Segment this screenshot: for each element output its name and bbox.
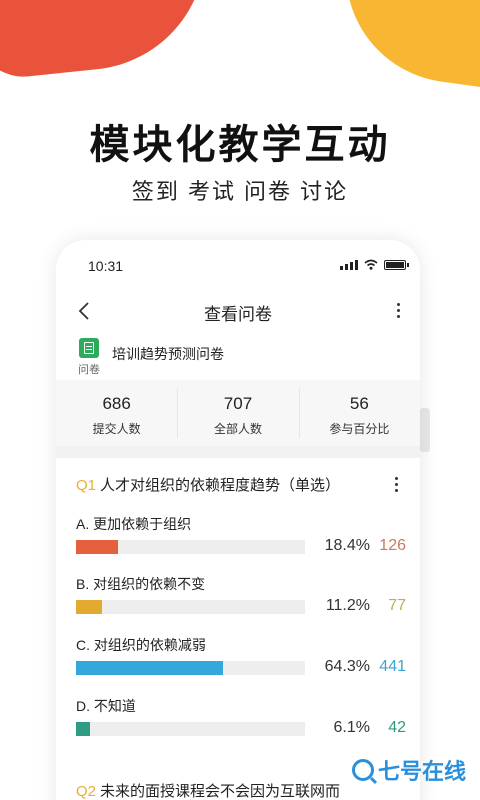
stat-participation: 56 参与百分比 xyxy=(298,380,420,446)
signal-icon xyxy=(340,260,358,270)
stat-total: 707 全部人数 xyxy=(177,380,298,446)
option-bar-fill xyxy=(76,540,119,554)
option-bar-track xyxy=(76,661,305,675)
nav-title: 查看问卷 xyxy=(204,305,272,324)
nav-bar: 查看问卷 xyxy=(56,296,420,326)
option-percent: 11.2% xyxy=(325,597,370,614)
option-d: D. 不知道 6.1% 42 xyxy=(76,696,406,748)
stat-label: 全部人数 xyxy=(213,422,262,436)
wifi-icon xyxy=(364,259,378,270)
stat-label: 提交人数 xyxy=(92,422,141,436)
survey-header: 问卷 培训趋势预测问卷 xyxy=(76,338,406,378)
option-bar-fill xyxy=(76,661,224,675)
stat-submitted: 686 提交人数 xyxy=(56,380,177,446)
status-time: 10:31 xyxy=(88,258,124,274)
phone-side-button xyxy=(420,408,430,452)
decorative-red-blob xyxy=(0,0,218,83)
question-1-header: Q1 人才对组织的依赖程度趋势（单选） xyxy=(76,474,406,495)
headline: 模块化教学互动 xyxy=(89,123,391,167)
option-bar-fill xyxy=(76,600,102,614)
question-number: Q2 xyxy=(76,783,97,800)
watermark: 七号在线 xyxy=(351,754,466,786)
option-c: C. 对组织的依赖减弱 64.3% 441 xyxy=(76,635,406,687)
option-percent: 6.1% xyxy=(333,719,370,736)
survey-title: 培训趋势预测问卷 xyxy=(112,346,224,362)
stats-panel: 686 提交人数 707 全部人数 56 参与百分比 xyxy=(56,380,420,446)
option-bar-track xyxy=(76,722,305,736)
question-more-icon[interactable] xyxy=(388,474,404,494)
option-percent: 18.4% xyxy=(324,537,370,554)
stat-value: 56 xyxy=(349,394,369,413)
option-label: D. 不知道 xyxy=(76,698,136,714)
decorative-yellow-blob xyxy=(331,0,480,93)
battery-icon xyxy=(384,260,409,270)
option-count: 441 xyxy=(379,658,406,675)
option-count: 126 xyxy=(379,537,406,554)
option-bar-track xyxy=(76,540,305,554)
option-label: A. 更加依赖于组织 xyxy=(76,516,192,532)
option-count: 77 xyxy=(388,597,406,614)
more-menu-icon[interactable] xyxy=(388,300,408,322)
section-divider xyxy=(56,446,420,458)
option-label: C. 对组织的依赖减弱 xyxy=(76,637,206,653)
status-icons xyxy=(340,259,409,270)
status-bar: 10:31 xyxy=(56,240,420,294)
subline: 签到 考试 问卷 讨论 xyxy=(131,179,349,204)
stat-label: 参与百分比 xyxy=(329,422,390,436)
stat-value: 707 xyxy=(223,394,253,413)
survey-icon-label: 问卷 xyxy=(78,364,100,376)
question-text: 未来的面授课程会不会因为互联网而 xyxy=(100,783,341,800)
option-bar-fill xyxy=(76,722,90,736)
option-b: B. 对组织的依赖不变 11.2% 77 xyxy=(76,574,406,626)
question-text: 人才对组织的依赖程度趋势（单选） xyxy=(100,477,341,494)
watermark-logo-icon xyxy=(351,759,374,781)
option-count: 42 xyxy=(388,719,406,736)
clipboard-icon xyxy=(79,338,99,358)
option-percent: 64.3% xyxy=(324,658,370,675)
survey-icon-block: 问卷 xyxy=(76,338,102,377)
question-number: Q1 xyxy=(76,477,97,494)
option-a: A. 更加依赖于组织 18.4% 126 xyxy=(76,514,406,566)
phone-mockup: 10:31 查看问卷 问卷 培训趋势预测问卷 686 提交人数 707 全部人数… xyxy=(56,240,420,800)
stat-value: 686 xyxy=(102,394,131,413)
option-bar-track xyxy=(76,600,305,614)
option-label: B. 对组织的依赖不变 xyxy=(76,576,206,592)
watermark-text: 七号在线 xyxy=(377,759,466,784)
